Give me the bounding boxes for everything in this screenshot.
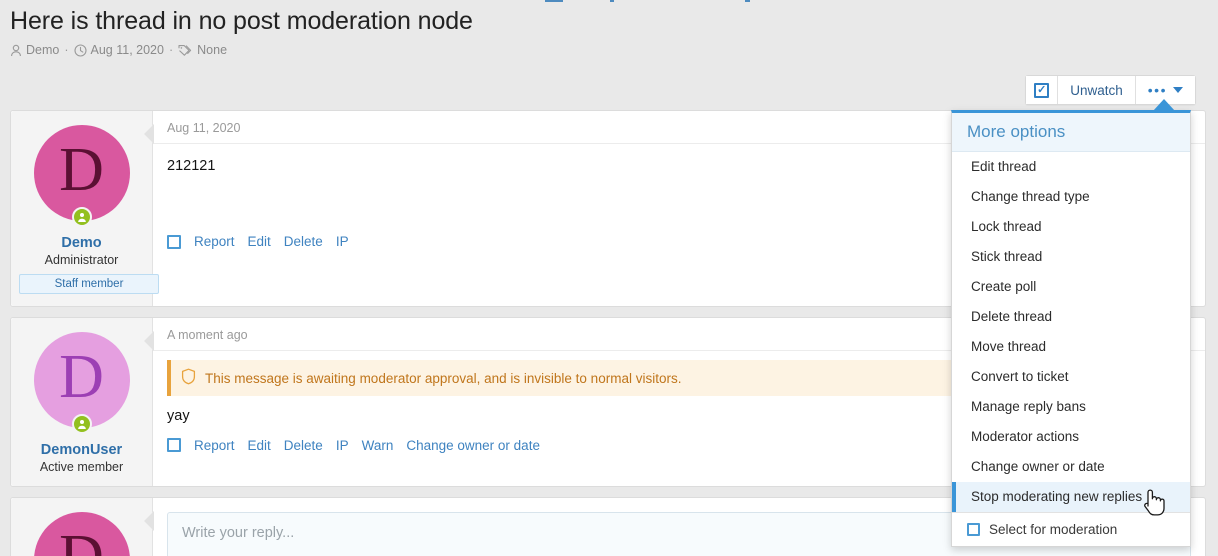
status-badge: Staff member <box>19 274 159 294</box>
select-for-moderation-label: Select for moderation <box>989 522 1118 537</box>
post-action-report[interactable]: Report <box>194 234 235 249</box>
more-options-menu: More options Edit thread Change thread t… <box>951 110 1191 547</box>
meta-separator-1: · <box>64 43 69 57</box>
moderation-notice-text: This message is awaiting moderator appro… <box>205 370 682 386</box>
post-user-panel: D DemonUser Active member <box>11 318 153 486</box>
menu-item-change-owner-or-date[interactable]: Change owner or date <box>952 452 1190 482</box>
post-arrow <box>144 511 154 531</box>
menu-item-move-thread[interactable]: Move thread <box>952 332 1190 362</box>
avatar[interactable]: D <box>33 125 130 227</box>
post-action-delete[interactable]: Delete <box>284 234 323 249</box>
post-action-change-owner[interactable]: Change owner or date <box>406 438 540 453</box>
menu-title: More options <box>952 113 1190 152</box>
select-for-moderation-checkbox[interactable] <box>967 523 980 536</box>
user-online-icon <box>71 207 92 227</box>
post-action-report[interactable]: Report <box>194 438 235 453</box>
shield-icon <box>181 368 196 388</box>
unwatch-button[interactable]: Unwatch <box>1058 76 1136 104</box>
checkbox-checked-icon: ✓ <box>1034 82 1050 98</box>
avatar[interactable]: D <box>33 512 130 556</box>
post-select-checkbox[interactable] <box>167 234 181 249</box>
menu-item-moderator-actions[interactable]: Moderator actions <box>952 422 1190 452</box>
thread-page: Here is thread in no post moderation nod… <box>0 0 1218 556</box>
post-username[interactable]: Demo <box>19 235 144 251</box>
thread-date: Aug 11, 2020 <box>73 43 164 57</box>
post-arrow <box>144 124 154 144</box>
menu-item-lock-thread[interactable]: Lock thread <box>952 212 1190 242</box>
tag-icon <box>178 44 193 57</box>
post-arrow <box>144 331 154 351</box>
post-action-edit[interactable]: Edit <box>248 234 271 249</box>
chevron-down-icon <box>1173 87 1183 93</box>
menu-item-select-for-moderation[interactable]: Select for moderation <box>952 512 1190 546</box>
menu-pointer <box>1153 99 1175 111</box>
thread-header: Here is thread in no post moderation nod… <box>10 4 910 57</box>
meta-separator-2: · <box>168 43 174 57</box>
user-online-icon <box>71 414 92 434</box>
menu-item-stop-moderating-new-replies[interactable]: Stop moderating new replies <box>952 482 1190 512</box>
post-action-ip[interactable]: IP <box>336 234 349 249</box>
avatar-initial: D <box>59 526 104 556</box>
avatar[interactable]: D <box>33 332 130 434</box>
post-user-panel: D Demo Administrator Staff member <box>11 111 159 306</box>
post-username[interactable]: DemonUser <box>19 442 144 458</box>
post-select-checkbox[interactable] <box>167 438 181 453</box>
post-action-delete[interactable]: Delete <box>284 438 323 453</box>
thread-meta: Demo · Aug 11, 2020 · None <box>10 43 910 57</box>
menu-item-stick-thread[interactable]: Stick thread <box>952 242 1190 272</box>
post-user-title: Active member <box>39 460 124 474</box>
avatar-initial: D <box>59 343 104 411</box>
thread-date-value: Aug 11, 2020 <box>90 43 164 57</box>
reply-user-panel: D <box>11 498 153 556</box>
clock-icon <box>73 43 87 57</box>
post-action-ip[interactable]: IP <box>336 438 349 453</box>
post-action-warn[interactable]: Warn <box>362 438 394 453</box>
thread-tags-value: None <box>197 43 228 57</box>
thread-author: Demo <box>10 43 59 57</box>
menu-item-edit-thread[interactable]: Edit thread <box>952 152 1190 182</box>
menu-item-change-thread-type[interactable]: Change thread type <box>952 182 1190 212</box>
post-user-title: Administrator <box>44 253 119 267</box>
menu-item-delete-thread[interactable]: Delete thread <box>952 302 1190 332</box>
thread-author-name: Demo <box>26 43 60 57</box>
post-action-edit[interactable]: Edit <box>248 438 271 453</box>
avatar-initial: D <box>59 136 104 204</box>
ellipsis-icon: ••• <box>1147 82 1167 98</box>
menu-item-convert-to-ticket[interactable]: Convert to ticket <box>952 362 1190 392</box>
page-title: Here is thread in no post moderation nod… <box>10 7 473 35</box>
menu-item-manage-reply-bans[interactable]: Manage reply bans <box>952 392 1190 422</box>
thread-tags: None <box>178 43 227 57</box>
watch-toggle-button[interactable]: ✓ <box>1026 76 1059 104</box>
menu-item-create-poll[interactable]: Create poll <box>952 272 1190 302</box>
user-icon <box>10 44 22 57</box>
